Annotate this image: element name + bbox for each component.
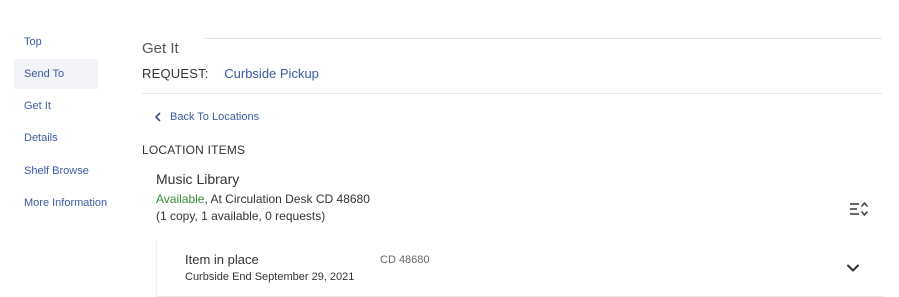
request-label: REQUEST: xyxy=(142,66,209,81)
section-divider xyxy=(205,38,882,39)
section-header: Get It xyxy=(142,28,882,57)
sidebar-item-shelf-browse[interactable]: Shelf Browse xyxy=(14,156,98,186)
chevron-left-icon xyxy=(155,112,161,122)
availability-status: Available xyxy=(156,192,205,206)
sidebar-item-get-it[interactable]: Get It xyxy=(14,91,98,121)
sort-icon[interactable] xyxy=(848,198,870,220)
item-status: Item in place xyxy=(185,252,259,267)
sidebar-item-top[interactable]: Top xyxy=(14,27,98,57)
library-name: Music Library xyxy=(156,171,240,187)
sidebar-nav: Top Send To Get It Details Shelf Browse … xyxy=(0,0,118,297)
location-items-heading: LOCATION ITEMS xyxy=(142,143,246,157)
request-row: REQUEST: Curbside Pickup xyxy=(142,66,319,86)
chevron-down-icon[interactable] xyxy=(845,260,861,276)
back-to-locations-link[interactable]: Back To Locations xyxy=(152,111,259,123)
sidebar-item-more-information[interactable]: More Information xyxy=(14,188,124,218)
item-counts: (1 copy, 1 available, 0 requests) xyxy=(156,209,326,223)
divider xyxy=(142,93,882,94)
main-content: Get It REQUEST: Curbside Pickup Back To … xyxy=(142,0,883,297)
curbside-pickup-link[interactable]: Curbside Pickup xyxy=(224,66,319,81)
location-detail: , At Circulation Desk CD 48680 xyxy=(204,192,370,206)
section-title: Get It xyxy=(142,40,179,58)
sidebar-item-send-to[interactable]: Send To xyxy=(14,59,98,89)
item-curbside-end: Curbside End September 29, 2021 xyxy=(185,271,355,283)
sidebar-item-details[interactable]: Details xyxy=(14,123,98,153)
availability-row: Available, At Circulation Desk CD 48680 xyxy=(156,192,370,206)
item-call-number: CD 48680 xyxy=(380,254,430,266)
back-to-locations-label: Back To Locations xyxy=(170,111,260,123)
item-card[interactable]: Item in place CD 48680 Curbside End Sept… xyxy=(156,240,883,297)
